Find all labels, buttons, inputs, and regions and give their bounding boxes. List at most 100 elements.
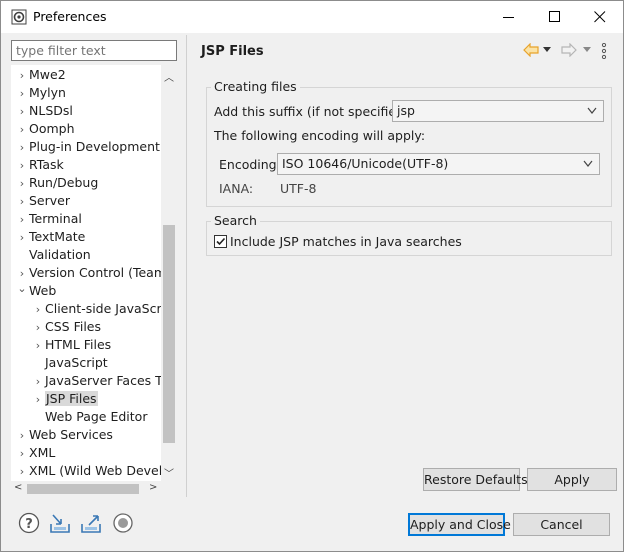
include-jsp-checkbox[interactable] [214, 235, 227, 248]
tree-item-label: Mylyn [29, 85, 66, 100]
tree-item[interactable]: › NLSDsl [15, 102, 73, 120]
scroll-up-arrow-icon[interactable]: ︿ [164, 69, 174, 84]
back-arrow-icon[interactable] [523, 43, 539, 57]
apply-button[interactable]: Apply [527, 468, 617, 491]
chevron-down-icon [583, 160, 593, 167]
chevron-right-icon[interactable]: › [31, 301, 45, 319]
suffix-value: jsp [397, 103, 415, 118]
chevron-right-icon[interactable]: › [31, 373, 45, 391]
tree-item[interactable]: › TextMate [15, 228, 86, 247]
tree-item[interactable]: › XML [15, 444, 56, 463]
search-legend: Search [211, 213, 260, 228]
tree-item[interactable]: ›XML (Wild Web Developer) [15, 462, 177, 480]
pane-splitter[interactable] [186, 35, 187, 497]
tree-item-label: HTML Files [45, 337, 112, 352]
chevron-down-icon [587, 107, 597, 114]
tree-item-label: XML (Wild Web Developer) [29, 463, 177, 478]
horizontal-scroll-thumb[interactable] [27, 484, 139, 494]
chevron-right-icon[interactable]: › [15, 121, 29, 139]
tree-item[interactable]: › Version Control (Team) [15, 264, 171, 282]
tree-item[interactable]: › Oomph [15, 120, 75, 138]
chevron-right-icon[interactable]: › [15, 103, 29, 121]
chevron-right-icon[interactable]: › [15, 67, 29, 85]
tree-vertical-scrollbar[interactable]: ︿ ﹀ [161, 65, 177, 483]
tree-item[interactable]: Validation [15, 246, 91, 264]
include-jsp-label[interactable]: Include JSP matches in Java searches [230, 234, 462, 249]
tree-item-label: Oomph [29, 121, 75, 136]
checkmark-icon [216, 237, 226, 246]
chevron-right-icon[interactable]: › [31, 391, 45, 409]
vertical-scroll-thumb[interactable] [163, 225, 175, 443]
chevron-right-icon[interactable]: › [15, 229, 29, 247]
restore-defaults-button[interactable]: Restore Defaults [423, 468, 528, 491]
chevron-right-icon[interactable]: › [15, 427, 29, 445]
tree-item-label: Run/Debug [29, 175, 99, 190]
chevron-right-icon[interactable]: › [15, 445, 29, 463]
help-icon[interactable]: ? [18, 512, 40, 534]
cancel-button[interactable]: Cancel [513, 513, 610, 536]
scroll-left-arrow-icon[interactable]: < [14, 482, 22, 493]
tree-item[interactable]: › Plug-in Development [15, 138, 160, 156]
tree-item[interactable]: Web Page Editor [31, 408, 147, 426]
tree-horizontal-scrollbar[interactable]: < > [11, 481, 161, 497]
scroll-down-arrow-icon[interactable]: ﹀ [164, 465, 174, 480]
encoding-value: ISO 10646/Unicode(UTF-8) [282, 156, 449, 171]
svg-text:?: ? [25, 517, 33, 532]
back-dropdown-icon[interactable] [543, 47, 551, 53]
tree-item[interactable]: › Client-side JavaScript [31, 300, 177, 318]
chevron-right-icon[interactable]: › [15, 193, 29, 211]
tree-item-label: Validation [29, 247, 91, 262]
import-icon[interactable] [49, 512, 71, 534]
tree-item-label: Mwe2 [29, 67, 66, 82]
suffix-label: Add this suffix (if not specified): [214, 104, 414, 119]
creating-files-legend: Creating files [211, 79, 300, 94]
scroll-right-arrow-icon[interactable]: > [149, 482, 157, 493]
tree-item-label: CSS Files [45, 319, 101, 334]
tree-item[interactable]: ⌄ Web [15, 282, 56, 300]
chevron-right-icon[interactable]: › [15, 211, 29, 229]
page-navigation [521, 41, 617, 61]
tree-item-label: JavaScript [45, 355, 108, 370]
tree-item[interactable]: › Web Services [15, 426, 113, 444]
chevron-right-icon[interactable]: › [31, 319, 45, 337]
tree-item[interactable]: › Mylyn [15, 84, 66, 102]
tree-item-label: JSP Files [45, 391, 98, 406]
tree-item-label: JavaServer Faces Tools [45, 373, 177, 388]
forward-arrow-icon[interactable] [561, 43, 577, 57]
close-button[interactable] [577, 1, 623, 33]
tree-item[interactable]: › RTask [15, 156, 64, 174]
forward-dropdown-icon[interactable] [583, 47, 591, 53]
view-menu-icon[interactable] [601, 43, 607, 59]
preferences-window: Preferences ›Mwe2›Mylyn›NLSDsl›Oomph›Plu… [0, 0, 624, 552]
tree-item-label: Web [29, 283, 57, 298]
minimize-button[interactable] [486, 1, 532, 33]
tree-item[interactable]: › HTML Files [31, 336, 111, 354]
iana-value: UTF-8 [280, 181, 317, 196]
chevron-right-icon[interactable]: › [15, 463, 29, 481]
tree-item[interactable]: › JavaServer Faces Tools [31, 372, 177, 390]
chevron-down-icon[interactable]: ⌄ [15, 280, 29, 298]
export-icon[interactable] [80, 512, 102, 534]
tree-item[interactable]: › Run/Debug [15, 174, 99, 193]
tree-item[interactable]: › JSP Files [31, 390, 98, 408]
suffix-combo[interactable]: jsp [392, 100, 604, 122]
chevron-right-icon[interactable]: › [15, 85, 29, 103]
tree-item[interactable]: › Terminal [15, 210, 82, 228]
tree-item[interactable]: JavaScript [31, 354, 108, 372]
tree-item-label: Terminal [29, 211, 82, 226]
tree-item[interactable]: › Server [15, 192, 70, 210]
maximize-icon [549, 11, 560, 22]
encoding-label: Encoding: [219, 157, 281, 172]
tree-item[interactable]: › Mwe2 [15, 66, 66, 84]
chevron-right-icon[interactable]: › [15, 157, 29, 175]
tree-item[interactable]: › CSS Files [31, 318, 101, 336]
maximize-button[interactable] [532, 1, 578, 33]
encoding-combo[interactable]: ISO 10646/Unicode(UTF-8) [277, 153, 600, 175]
eclipse-preferences-icon [11, 9, 27, 25]
apply-and-close-button[interactable]: Apply and Close [408, 513, 511, 536]
chevron-right-icon[interactable]: › [31, 337, 45, 355]
record-icon[interactable] [112, 512, 134, 534]
chevron-right-icon[interactable]: › [15, 139, 29, 157]
filter-input[interactable] [11, 40, 177, 61]
chevron-right-icon[interactable]: › [15, 175, 29, 193]
